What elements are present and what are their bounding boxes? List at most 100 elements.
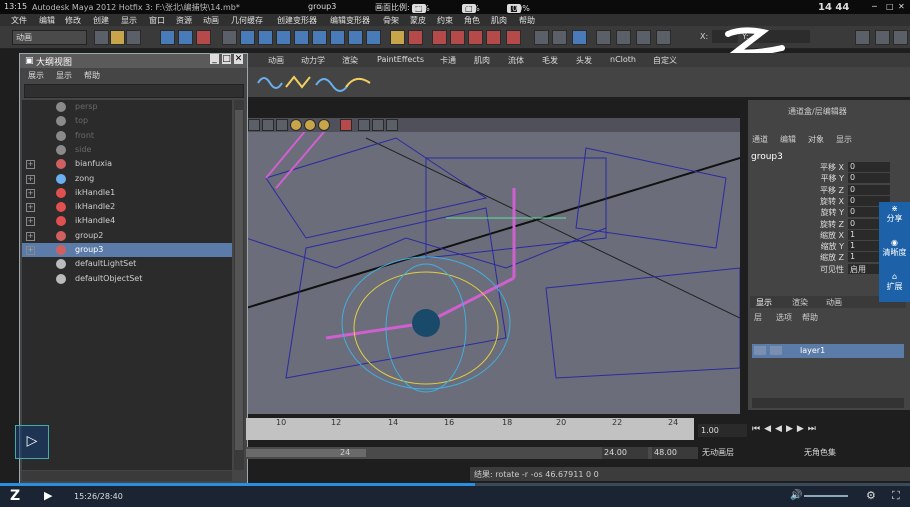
outliner-row[interactable]: defaultLightSet [22, 257, 232, 271]
outliner-row[interactable]: + group3 [22, 243, 232, 257]
select-hierarchy-icon[interactable] [160, 30, 175, 45]
new-scene-icon[interactable] [94, 30, 109, 45]
outliner-row[interactable]: front [22, 129, 232, 143]
shelf-tab-toon[interactable]: 卡通 [440, 55, 456, 66]
render-view-icon[interactable] [486, 30, 501, 45]
menu-item-muscle[interactable]: 肌肉 [491, 15, 507, 26]
expand-icon[interactable]: + [26, 188, 35, 198]
channel-attr-value[interactable]: 0 [848, 184, 890, 195]
expand-button[interactable]: ⌂ 扩展 [879, 272, 910, 305]
settings-icon[interactable]: ⚙ [866, 489, 876, 502]
light-icon[interactable] [290, 119, 302, 131]
shelf-tab-fluids[interactable]: 流体 [508, 55, 524, 66]
expand-icon[interactable]: + [26, 203, 35, 213]
attribute-toggle-icon[interactable] [875, 30, 890, 45]
play-icon[interactable]: ▶ [44, 489, 52, 502]
outliner-row[interactable]: + ikHandle1 [22, 186, 232, 200]
grid-icon[interactable] [656, 30, 671, 45]
clarity-button[interactable]: ◉ 清晰度 [879, 238, 910, 271]
anim-layer-dropdown[interactable]: 无动画层 [702, 447, 788, 459]
mask-icon[interactable] [222, 30, 237, 45]
channel-attr-row[interactable]: 可见性 启用 [748, 263, 890, 275]
channel-attr-row[interactable]: 平移 Z 0 [748, 184, 890, 196]
minimize-icon[interactable]: ─ [872, 2, 877, 11]
outliner-row[interactable]: + bianfuxia [22, 157, 232, 171]
hypershade-icon[interactable] [468, 30, 483, 45]
channel-attr-row[interactable]: 缩放 X1 [748, 229, 890, 241]
construction-icon[interactable] [348, 30, 363, 45]
menu-item-create[interactable]: 创建 [93, 15, 109, 26]
channel-attr-row[interactable]: 缩放 Z1 [748, 252, 890, 263]
range-start-field[interactable]: 24.00 [602, 447, 648, 459]
channel-attr-row[interactable]: 旋转 X0 [748, 195, 890, 207]
close-icon[interactable]: ✕ [898, 2, 905, 11]
render-region-icon[interactable] [506, 30, 521, 45]
layer-tab-anim[interactable]: 动画 [826, 297, 842, 308]
shelf-tab-animation[interactable]: 动画 [268, 55, 284, 66]
menu-set-dropdown[interactable]: 动画 [12, 30, 87, 45]
outliner-row[interactable]: top [22, 114, 232, 128]
outliner-menu-show[interactable]: 展示 [28, 70, 44, 81]
attribute-editor-icon[interactable] [572, 30, 587, 45]
layer-row[interactable]: layer1 [752, 344, 904, 358]
shelf-tab-dynamics[interactable]: 动力学 [301, 55, 325, 66]
select-component-icon[interactable] [196, 30, 211, 45]
outliner-close-icon[interactable]: ✕ [234, 54, 243, 64]
menu-item-assets[interactable]: 资源 [176, 15, 192, 26]
shelf-tab-hair[interactable]: 头发 [576, 55, 592, 66]
outliner-menu-help[interactable]: 帮助 [84, 70, 100, 81]
layer-type-toggle[interactable] [770, 346, 782, 355]
render-ipr-icon[interactable] [432, 30, 447, 45]
outliner-vscrollbar[interactable] [234, 100, 244, 470]
all-lights-icon[interactable] [304, 119, 316, 131]
shelf-tab-ncloth[interactable]: nCloth [610, 55, 636, 64]
select-object-icon[interactable] [178, 30, 193, 45]
menu-item-animate[interactable]: 动画 [203, 15, 219, 26]
channel-attr-row[interactable]: 平移 Y 0 [748, 173, 890, 184]
perspective-viewport[interactable] [246, 118, 740, 414]
layer-hscrollbar[interactable] [752, 398, 904, 408]
outliner-vscroll-thumb[interactable] [235, 110, 243, 450]
outliner-minimize-icon[interactable]: _ [210, 54, 219, 64]
shelf-tab-fur[interactable]: 毛发 [542, 55, 558, 66]
outliner-maximize-icon[interactable]: □ [222, 54, 231, 64]
wireframe-icon[interactable] [248, 119, 260, 131]
history-icon[interactable] [330, 30, 345, 45]
channel-attr-row[interactable]: 旋转 Y0 [748, 207, 890, 218]
channel-attr-value[interactable]: 0 [848, 162, 890, 172]
layer-menu-help[interactable]: 帮助 [802, 312, 818, 323]
make-live-icon[interactable] [312, 30, 327, 45]
outliner-filter-input[interactable] [24, 84, 244, 98]
smooth-shade-icon[interactable] [262, 119, 274, 131]
shadow-icon[interactable] [318, 119, 330, 131]
tool-toggle-icon[interactable] [893, 30, 908, 45]
channel-attr-row[interactable]: 缩放 Y1 [748, 241, 890, 252]
current-frame-field[interactable]: 1.00 [698, 424, 747, 437]
render-frame-icon[interactable] [408, 30, 423, 45]
channel-menu-object[interactable]: 对象 [808, 134, 824, 145]
shelf-tab-muscle[interactable]: 肌肉 [474, 55, 490, 66]
menu-item-create-deformers[interactable]: 创建变形器 [277, 15, 317, 26]
channel-menu-channels[interactable]: 通道 [752, 134, 768, 145]
playback-controls[interactable]: ⏮◀◀▶▶⏭ [752, 424, 908, 437]
xray-icon[interactable] [358, 119, 370, 131]
channel-menu-show[interactable]: 显示 [836, 134, 852, 145]
outliner-row[interactable]: side [22, 143, 232, 157]
hud-icon[interactable] [386, 119, 398, 131]
xray-joints-icon[interactable] [372, 119, 384, 131]
menu-item-edit-deformers[interactable]: 编辑变形器 [330, 15, 370, 26]
snap-point-icon[interactable] [276, 30, 291, 45]
range-end-field[interactable]: 48.00 [652, 447, 698, 459]
open-scene-icon[interactable] [110, 30, 125, 45]
shelf-tab-rendering[interactable]: 渲染 [342, 55, 358, 66]
channel-attr-value[interactable]: 0 [848, 173, 890, 184]
menu-item-display[interactable]: 显示 [121, 15, 137, 26]
volume-slider[interactable] [804, 495, 848, 497]
outliner-menu-display[interactable]: 显示 [56, 70, 72, 81]
layout-icon[interactable] [616, 30, 631, 45]
perspective-icon[interactable] [636, 30, 651, 45]
layer-menu-options[interactable]: 选项 [776, 312, 792, 323]
layer-menu-layers[interactable]: 层 [754, 312, 762, 323]
fullscreen-icon[interactable]: ⛶ [892, 489, 900, 503]
outliner-row[interactable]: persp [22, 100, 232, 114]
